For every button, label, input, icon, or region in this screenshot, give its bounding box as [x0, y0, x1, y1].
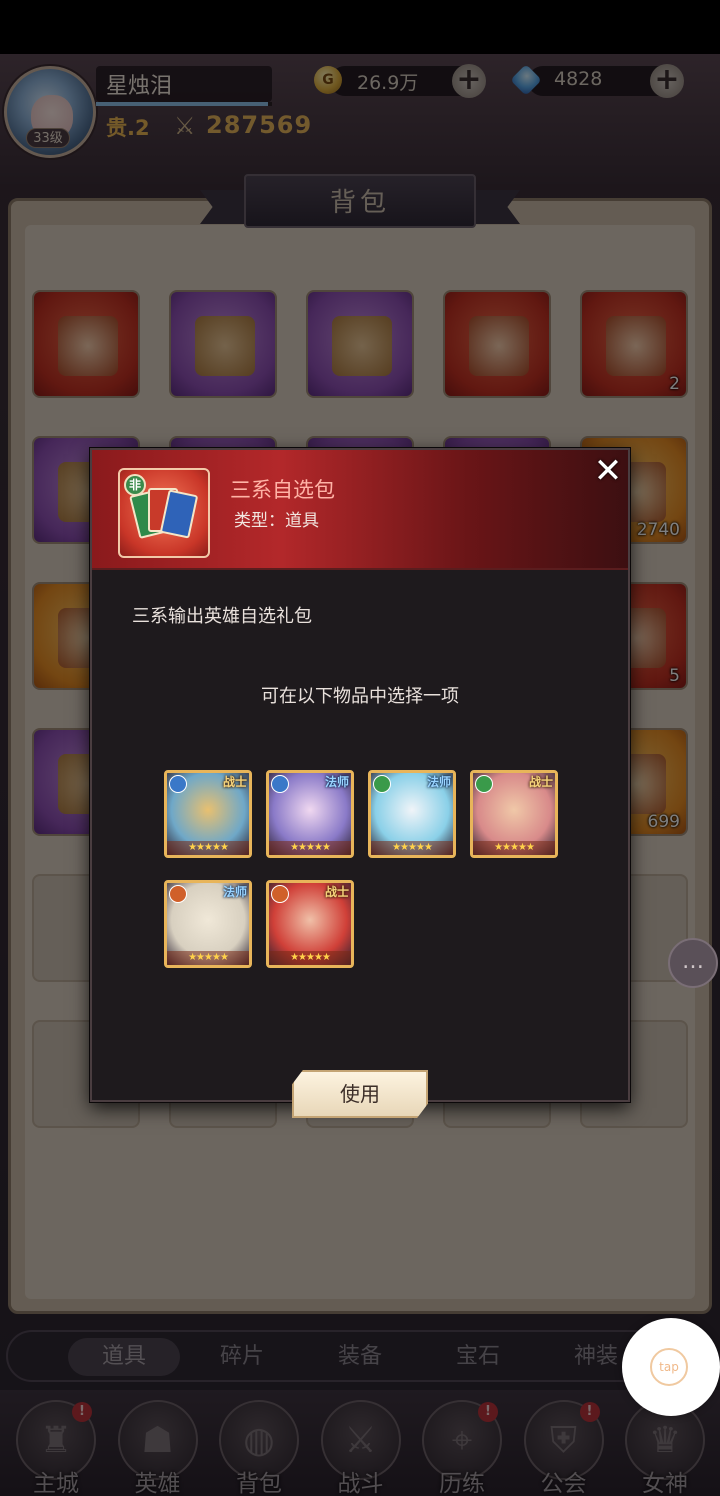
- nature-element-icon: [475, 775, 493, 793]
- hero-class: 战士: [222, 775, 247, 789]
- hero-choice[interactable]: 法师 ★★★★★: [266, 770, 354, 858]
- dialog-header: 非 三系自选包 类型：道具 ✕: [92, 450, 628, 570]
- use-button[interactable]: 使用: [292, 1070, 428, 1118]
- hero-choice[interactable]: 战士 ★★★★★: [164, 770, 252, 858]
- hero-class: 战士: [528, 775, 553, 789]
- pack-badge-icon: 非: [124, 474, 146, 496]
- hero-stars: ★★★★★: [269, 841, 351, 855]
- choose-prompt: 可在以下物品中选择一项: [261, 686, 459, 707]
- fire-element-icon: [271, 885, 289, 903]
- hero-class: 法师: [222, 885, 247, 899]
- item-description: 三系输出英雄自选礼包: [132, 606, 312, 627]
- game-screen: 33级 星烛泪 贵.2 ⚔ 287569 G 26.9万 + 4828 + 背包…: [0, 54, 720, 1496]
- hero-stars: ★★★★★: [371, 841, 453, 855]
- status-bar: [0, 0, 720, 54]
- hero-stars: ★★★★★: [167, 841, 249, 855]
- hero-class: 战士: [324, 885, 349, 899]
- close-button[interactable]: ✕: [590, 454, 626, 490]
- hero-stars: ★★★★★: [269, 951, 351, 965]
- tap-label: tap: [650, 1348, 688, 1386]
- fire-element-icon: [169, 885, 187, 903]
- hero-stars: ★★★★★: [167, 951, 249, 965]
- item-detail-dialog: 非 三系自选包 类型：道具 ✕ 三系输出英雄自选礼包 可在以下物品中选择一项 战…: [90, 448, 630, 1118]
- hero-choice[interactable]: 战士 ★★★★★: [266, 880, 354, 968]
- selection-pack-icon: 非: [118, 468, 210, 558]
- item-name: 三系自选包: [230, 478, 335, 502]
- hero-choice[interactable]: 法师 ★★★★★: [164, 880, 252, 968]
- hero-choice[interactable]: 战士 ★★★★★: [470, 770, 558, 858]
- light-element-icon: [271, 775, 289, 793]
- item-type: 类型：道具: [234, 511, 319, 531]
- hero-class: 法师: [324, 775, 349, 789]
- nature-element-icon: [373, 775, 391, 793]
- tap-float-button[interactable]: tap: [622, 1318, 720, 1416]
- hero-class: 法师: [426, 775, 451, 789]
- light-element-icon: [169, 775, 187, 793]
- hero-stars: ★★★★★: [473, 841, 555, 855]
- hero-choice[interactable]: 法师 ★★★★★: [368, 770, 456, 858]
- chat-button[interactable]: …: [668, 938, 718, 988]
